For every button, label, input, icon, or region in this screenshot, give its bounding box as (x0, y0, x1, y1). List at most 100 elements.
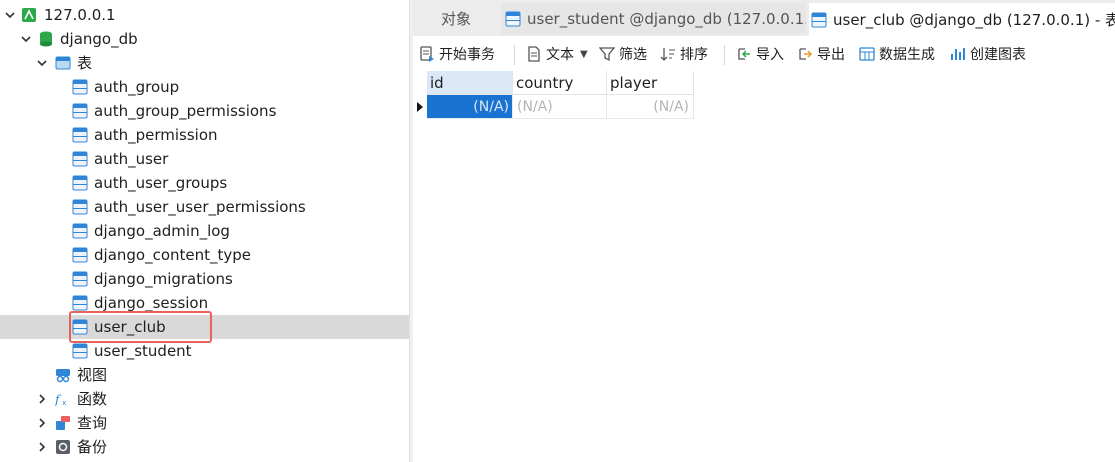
table-cell[interactable]: (N/A) (513, 95, 607, 119)
table-label: auth_permission (94, 126, 218, 144)
column-header-id[interactable]: id (427, 71, 513, 95)
svg-text:f: f (55, 391, 62, 406)
functions-label: 函数 (77, 390, 108, 408)
dropdown-caret-icon[interactable]: ▼ (580, 49, 588, 60)
tree-item-table[interactable]: auth_permission (0, 123, 409, 147)
export-button[interactable]: 导出 (797, 37, 845, 71)
filter-button[interactable]: 筛选 (599, 37, 647, 71)
table-cell[interactable]: (N/A) (607, 95, 694, 119)
begin-transaction-button[interactable]: 开始事务 (419, 37, 495, 71)
toolbar-separator (724, 45, 725, 65)
table-label: django_content_type (94, 246, 252, 264)
export-icon (797, 46, 813, 62)
tab-user-club[interactable]: user_club @django_db (127.0.0.1) - 表 (809, 3, 1115, 36)
table-icon (72, 151, 88, 167)
table-icon (72, 271, 88, 287)
tree-item-connection[interactable]: 127.0.0.1 (0, 3, 409, 27)
connection-icon (21, 7, 37, 23)
function-icon: fx (55, 391, 71, 407)
tree-item-table[interactable]: django_content_type (0, 243, 409, 267)
tree-item-table[interactable]: django_admin_log (0, 219, 409, 243)
tree-item-tables-group[interactable]: 表 (0, 51, 409, 75)
toolbar: 开始事务 文本 ▼ 筛选 排序 导入 导出 数据生成 创建图表 (413, 37, 1115, 71)
table-label: auth_user_user_permissions (94, 198, 306, 216)
chart-icon (950, 46, 966, 62)
table-cell[interactable]: (N/A) (427, 95, 513, 119)
export-label: 导出 (817, 47, 845, 63)
navigator-tree: 127.0.0.1 django_db 表 auth_group auth_gr… (0, 0, 409, 462)
main-pane: 对象 user_student @django_db (127.0.0.1...… (413, 0, 1115, 462)
sort-label: 排序 (680, 47, 708, 63)
table-label: django_admin_log (94, 222, 230, 240)
text-view-label: 文本 (546, 47, 574, 63)
column-header-player[interactable]: player (607, 71, 694, 95)
cell-value: (N/A) (653, 99, 689, 115)
tab-objects-label: 对象 (440, 10, 471, 28)
text-view-button[interactable]: 文本 ▼ (526, 37, 588, 71)
tab-user-student[interactable]: user_student @django_db (127.0.0.1... (501, 3, 806, 34)
filter-label: 筛选 (619, 47, 647, 63)
tree-item-table[interactable]: auth_group_permissions (0, 99, 409, 123)
table-label: django_migrations (94, 270, 233, 288)
import-label: 导入 (756, 47, 784, 63)
tree-item-views[interactable]: 视图 (0, 363, 409, 387)
data-generation-label: 数据生成 (879, 47, 935, 63)
chevron-right-icon[interactable] (35, 392, 49, 406)
tree-item-table[interactable]: auth_user_groups (0, 171, 409, 195)
column-header-country[interactable]: country (513, 71, 607, 95)
table-icon (72, 127, 88, 143)
tree-item-backups[interactable]: 备份 (0, 435, 409, 459)
import-icon (736, 46, 752, 62)
chevron-down-icon[interactable] (19, 32, 33, 46)
toolbar-separator (514, 45, 515, 65)
tables-folder-icon (55, 55, 71, 71)
highlight-annotation (69, 311, 212, 343)
chevron-down-icon[interactable] (35, 56, 49, 70)
tree-item-functions[interactable]: fx 函数 (0, 387, 409, 411)
tree-item-table[interactable]: auth_user_user_permissions (0, 195, 409, 219)
data-generation-button[interactable]: 数据生成 (859, 37, 935, 71)
table-label: auth_user_groups (94, 174, 228, 192)
tables-group-label: 表 (77, 54, 93, 72)
cell-value: (N/A) (517, 99, 553, 115)
table-icon (72, 103, 88, 119)
tab-user-club-label: user_club @django_db (127.0.0.1) - 表 (833, 11, 1115, 29)
backup-icon (55, 439, 71, 455)
sort-button[interactable]: 排序 (660, 37, 708, 71)
table-icon (72, 175, 88, 191)
tree-item-database[interactable]: django_db (0, 27, 409, 51)
sort-icon (660, 46, 676, 62)
table-icon (72, 79, 88, 95)
tree-item-table[interactable]: auth_user (0, 147, 409, 171)
filter-icon (599, 46, 615, 62)
table-icon (72, 343, 88, 359)
create-chart-button[interactable]: 创建图表 (950, 37, 1026, 71)
query-icon (55, 415, 71, 431)
chevron-right-icon[interactable] (35, 416, 49, 430)
tree-item-table[interactable]: django_migrations (0, 267, 409, 291)
transaction-icon (419, 46, 435, 62)
tab-bar: 对象 user_student @django_db (127.0.0.1...… (413, 0, 1115, 36)
database-label: django_db (60, 30, 138, 48)
table-icon (72, 247, 88, 263)
svg-text:x: x (62, 398, 66, 407)
tab-user-student-label: user_student @django_db (127.0.0.1... (527, 9, 806, 28)
document-icon (526, 46, 542, 62)
views-label: 视图 (77, 366, 108, 384)
create-chart-label: 创建图表 (970, 47, 1026, 63)
import-button[interactable]: 导入 (736, 37, 784, 71)
table-label: auth_group_permissions (94, 102, 277, 120)
view-icon (55, 367, 71, 383)
chevron-down-icon[interactable] (3, 8, 17, 22)
queries-label: 查询 (77, 414, 108, 432)
table-icon (505, 11, 521, 27)
current-row-marker-icon (413, 95, 427, 119)
table-icon (811, 12, 827, 28)
data-generation-icon (859, 46, 875, 62)
tree-item-table[interactable]: auth_group (0, 75, 409, 99)
tree-item-queries[interactable]: 查询 (0, 411, 409, 435)
connection-label: 127.0.0.1 (44, 6, 116, 24)
chevron-right-icon[interactable] (35, 440, 49, 454)
begin-transaction-label: 开始事务 (439, 47, 495, 63)
tab-objects[interactable]: 对象 (413, 3, 499, 34)
